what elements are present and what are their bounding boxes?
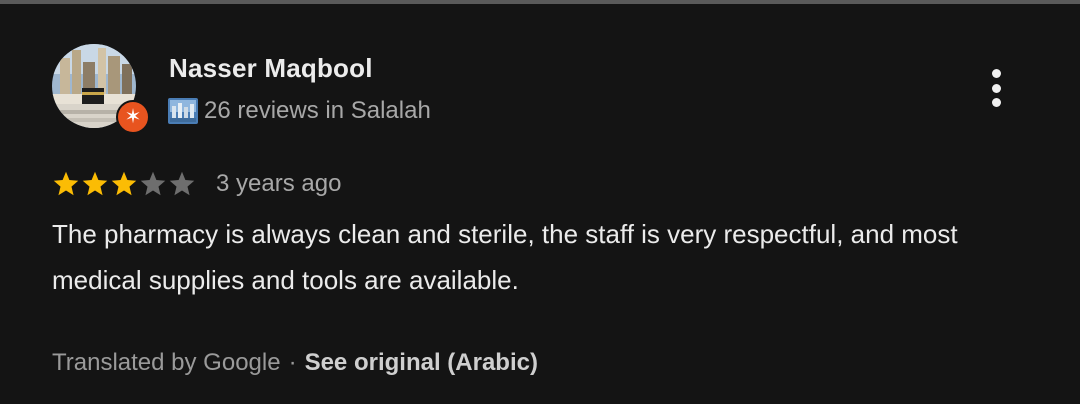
reviewer-avatar[interactable]: ✶ xyxy=(52,44,150,134)
more-vert-icon-dot xyxy=(991,98,1001,107)
review-date: 3 years ago xyxy=(216,170,342,197)
more-options-button[interactable] xyxy=(978,66,1014,110)
translated-by-label: Translated by Google xyxy=(52,349,281,376)
see-original-link[interactable]: See original (Arabic) xyxy=(305,349,538,377)
top-divider xyxy=(0,0,1080,4)
rating-row: 3 years ago xyxy=(52,167,341,201)
star-filled-icon xyxy=(53,171,79,196)
translation-info: Translated by Google · See original (Ara… xyxy=(52,346,538,380)
star-empty-icon xyxy=(169,171,195,196)
photo-icon xyxy=(168,98,198,124)
separator-dot: · xyxy=(288,349,297,376)
reviewer-meta[interactable]: 26 reviews in Salalah xyxy=(168,96,431,126)
star-rating xyxy=(52,170,196,198)
more-vert-icon-dot xyxy=(991,83,1001,93)
star-empty-icon xyxy=(140,171,166,196)
review-card: ✶ Nasser Maqbool 26 reviews in Salalah 3… xyxy=(0,0,1080,404)
star-filled-icon xyxy=(82,171,108,196)
star-filled-icon xyxy=(111,171,137,196)
reviewer-name[interactable]: Nasser Maqbool xyxy=(169,53,373,84)
reviewer-review-count: 26 reviews in Salalah xyxy=(204,97,431,124)
more-vert-icon xyxy=(991,69,1001,78)
review-text: The pharmacy is always clean and sterile… xyxy=(52,219,958,295)
local-guide-star-icon: ✶ xyxy=(116,100,150,134)
